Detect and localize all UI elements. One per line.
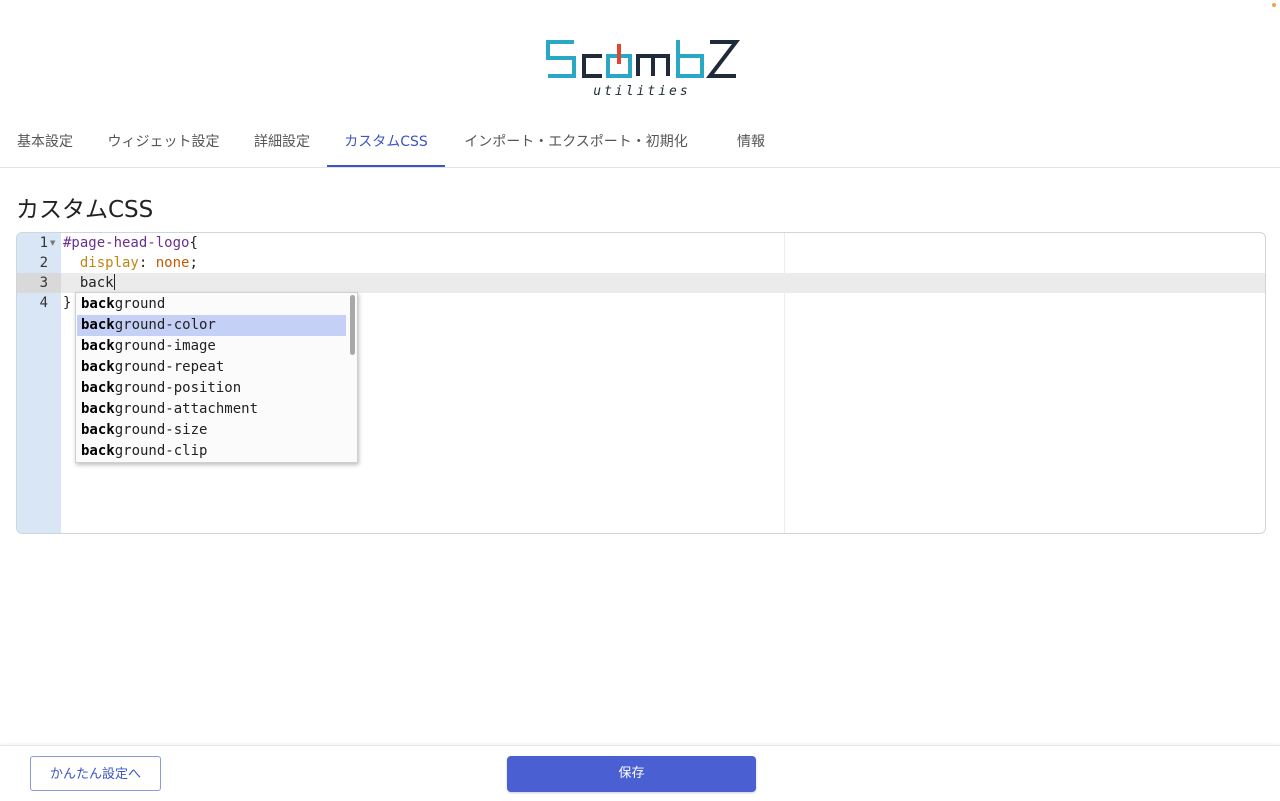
autocomplete-item[interactable]: background-size [77, 420, 346, 441]
save-button[interactable]: 保存 [507, 756, 756, 792]
colon: : [138, 255, 156, 271]
print-margin [784, 233, 785, 533]
tab-import-export-reset[interactable]: インポート・エクスポート・初期化 [461, 118, 691, 166]
open-brace: { [189, 235, 198, 251]
css-selector: #page-head-logo [63, 235, 190, 251]
line-number: 3 [39, 275, 48, 291]
tab-custom-css[interactable]: カスタムCSS [327, 118, 445, 167]
tab-advanced-settings[interactable]: 詳細設定 [253, 118, 311, 166]
autocomplete-item[interactable]: background [77, 294, 346, 315]
code-line-1[interactable]: #page-head-logo{ [63, 233, 198, 253]
status-dot-icon [1272, 3, 1276, 7]
close-brace: } [63, 295, 72, 311]
css-property: display [79, 255, 139, 271]
code-line-4[interactable]: } [63, 293, 71, 313]
app-logo: utilities [544, 36, 741, 104]
logo-mark [546, 40, 741, 78]
line-number: 1 [39, 235, 48, 251]
tab-info[interactable]: 情報 [720, 118, 782, 166]
code-line-2[interactable]: display: none; [63, 253, 198, 273]
simple-settings-button[interactable]: かんたん設定へ [30, 756, 161, 791]
autocomplete-scrollbar[interactable] [350, 295, 355, 355]
tab-basic-settings[interactable]: 基本設定 [16, 118, 74, 166]
footer-bar: かんたん設定へ 保存 [0, 745, 1280, 801]
css-value: none [155, 255, 190, 271]
code-line-3[interactable]: back [63, 273, 115, 293]
fold-arrow-icon[interactable]: ▼ [50, 233, 55, 253]
logo-subtitle: utilities [593, 84, 691, 99]
autocomplete-item[interactable]: background-repeat [77, 357, 346, 378]
text-cursor [113, 274, 115, 290]
line-number: 4 [39, 295, 48, 311]
autocomplete-item-selected[interactable]: background-color [77, 315, 346, 336]
line-number: 2 [39, 255, 48, 271]
autocomplete-item[interactable]: background-image [77, 336, 346, 357]
autocomplete-popup[interactable]: background background-color background-i… [75, 292, 358, 463]
semicolon: ; [189, 255, 198, 271]
active-line-highlight [17, 273, 1265, 293]
tab-widget-settings[interactable]: ウィジェット設定 [106, 118, 221, 166]
typed-text: back [63, 275, 114, 291]
autocomplete-item[interactable]: background-attachment [77, 399, 346, 420]
page-title: カスタムCSS [16, 197, 154, 223]
autocomplete-item[interactable]: background-position [77, 378, 346, 399]
autocomplete-item[interactable]: background-clip [77, 441, 346, 462]
tab-bar: 基本設定 ウィジェット設定 詳細設定 カスタムCSS インポート・エクスポート・… [0, 118, 1280, 168]
